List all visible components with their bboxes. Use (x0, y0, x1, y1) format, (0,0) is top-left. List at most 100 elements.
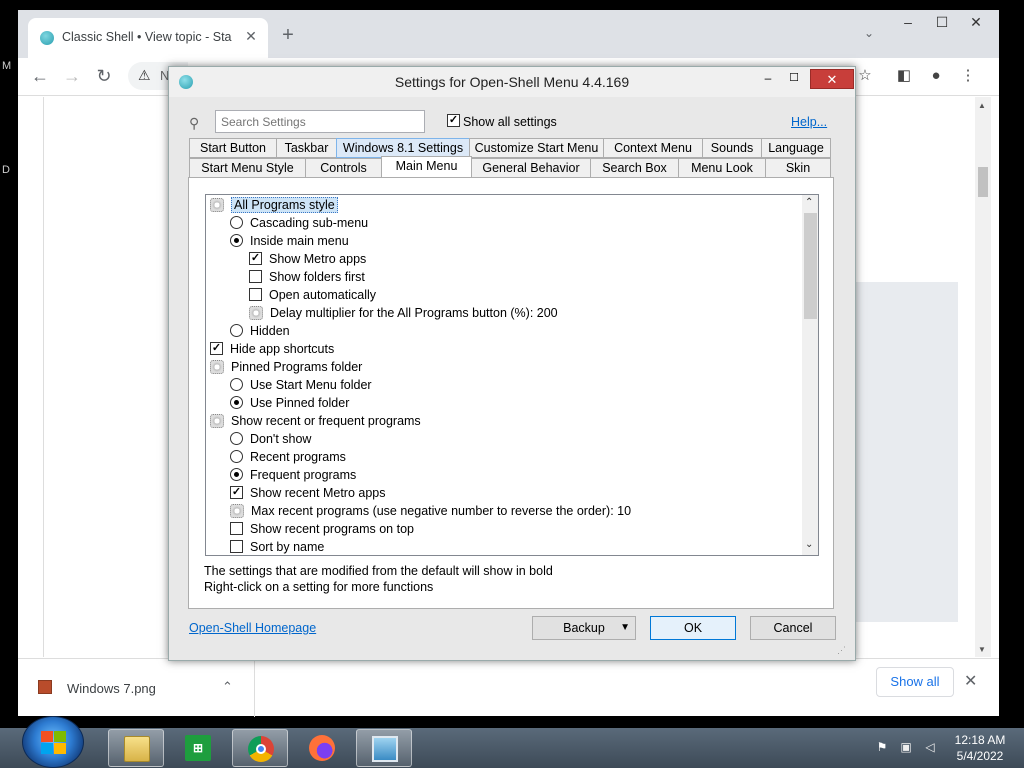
tab-search-chevron-icon[interactable]: ⌄ (861, 26, 877, 42)
setting-dont-show[interactable]: Don't show (230, 430, 311, 448)
start-button[interactable] (22, 716, 84, 768)
radio-button-selected[interactable] (230, 396, 243, 410)
tab-start-menu-style[interactable]: Start Menu Style (189, 158, 306, 178)
setting-pinned-programs-folder[interactable]: Pinned Programs folder (210, 358, 362, 376)
taskbar-photo-viewer[interactable] (356, 729, 412, 767)
checkbox[interactable] (230, 522, 243, 536)
tab-main-menu[interactable]: Main Menu (381, 156, 472, 178)
setting-show-recent-on-top[interactable]: Show recent programs on top (230, 520, 414, 538)
setting-hide-app-shortcuts[interactable]: ✓ Hide app shortcuts (210, 340, 334, 358)
setting-show-recent-or-frequent[interactable]: Show recent or frequent programs (210, 412, 421, 430)
setting-use-start-menu-folder[interactable]: Use Start Menu folder (230, 376, 372, 394)
setting-open-automatically[interactable]: Open automatically (249, 286, 376, 304)
radio-button[interactable] (230, 378, 243, 392)
backup-button[interactable]: Backup ▼ (532, 616, 636, 640)
chevron-up-icon[interactable]: ⌃ (805, 197, 813, 208)
show-all-settings-checkbox[interactable]: ✓ (447, 114, 460, 127)
radio-button[interactable] (230, 324, 243, 338)
setting-show-recent-metro-apps[interactable]: ✓ Show recent Metro apps (230, 484, 386, 502)
setting-show-folders-first[interactable]: Show folders first (249, 268, 365, 286)
setting-delay-multiplier[interactable]: Delay multiplier for the All Programs bu… (249, 304, 558, 322)
checkbox-checked[interactable]: ✓ (230, 486, 243, 500)
checkbox-checked[interactable]: ✓ (249, 252, 262, 266)
radio-button[interactable] (230, 450, 243, 464)
checkbox-checked[interactable]: ✓ (210, 342, 223, 356)
tab-controls[interactable]: Controls (305, 158, 382, 178)
chevron-up-icon[interactable]: ⌃ (222, 679, 233, 695)
scroll-down-icon[interactable]: ▼ (978, 645, 986, 654)
browser-tab[interactable]: Classic Shell • View topic - Start Menu … (28, 18, 268, 58)
help-link[interactable]: Help... (791, 115, 827, 129)
volume-muted-icon[interactable]: ◁ (922, 740, 938, 756)
reload-icon[interactable]: ↻ (92, 64, 116, 88)
chevron-down-icon[interactable]: ⌄ (805, 539, 813, 550)
cancel-button[interactable]: Cancel (750, 616, 836, 640)
dialog-close-button[interactable]: ✕ (810, 69, 854, 89)
setting-sort-by-name[interactable]: Sort by name (230, 538, 324, 555)
tab-menu-look[interactable]: Menu Look (678, 158, 766, 178)
tab-skin[interactable]: Skin (765, 158, 831, 178)
setting-recent-programs[interactable]: Recent programs (230, 448, 346, 466)
radio-button-selected[interactable] (230, 234, 243, 248)
scroll-thumb[interactable] (978, 167, 988, 197)
taskbar-store[interactable]: ⊞ (170, 729, 226, 767)
dialog-maximize-button[interactable]: ☐ (783, 71, 805, 89)
back-arrow-icon[interactable]: ← (28, 64, 52, 88)
radio-button[interactable] (230, 216, 243, 230)
radio-button[interactable] (230, 432, 243, 446)
tab-language[interactable]: Language (761, 138, 831, 158)
setting-use-pinned-folder[interactable]: Use Pinned folder (230, 394, 349, 412)
profile-avatar-icon[interactable]: ● (926, 66, 946, 86)
show-all-downloads-button[interactable]: Show all (876, 667, 954, 697)
scroll-up-icon[interactable]: ▲ (978, 101, 986, 110)
page-scrollbar[interactable]: ▲ ▼ (975, 97, 991, 657)
downloads-close-icon[interactable]: ✕ (964, 671, 977, 691)
taskbar-firefox[interactable] (294, 729, 350, 767)
search-settings-input[interactable] (215, 110, 425, 133)
taskbar-chrome[interactable] (232, 729, 288, 767)
tree-scroll-thumb[interactable] (804, 213, 817, 319)
settings-tree[interactable]: All Programs style Cascading sub-menu In… (205, 194, 819, 556)
browser-minimize-button[interactable]: – (891, 10, 925, 34)
setting-hidden[interactable]: Hidden (230, 322, 290, 340)
action-center-flag-icon[interactable]: ⚑ (874, 740, 890, 756)
tab-general-behavior[interactable]: General Behavior (471, 158, 591, 178)
tab-close-icon[interactable]: ✕ (243, 28, 259, 44)
radio-button-selected[interactable] (230, 468, 243, 482)
browser-close-button[interactable]: ✕ (959, 10, 993, 34)
setting-frequent-programs[interactable]: Frequent programs (230, 466, 356, 484)
setting-inside-main-menu[interactable]: Inside main menu (230, 232, 349, 250)
system-clock[interactable]: 12:18 AM 5/4/2022 (952, 732, 1008, 764)
side-panel-icon[interactable]: ◧ (894, 66, 914, 86)
dialog-title-bar[interactable]: Settings for Open-Shell Menu 4.4.169 – ☐… (169, 67, 855, 97)
browser-menu-icon[interactable]: ⋮ (958, 66, 978, 86)
tree-scrollbar[interactable]: ⌃ ⌄ (802, 195, 818, 555)
bookmark-star-icon[interactable]: ☆ (855, 66, 875, 86)
store-bag-icon: ⊞ (185, 735, 211, 761)
tab-sounds[interactable]: Sounds (702, 138, 762, 158)
setting-cascading-sub-menu[interactable]: Cascading sub-menu (230, 214, 368, 232)
dialog-minimize-button[interactable]: – (757, 71, 779, 89)
tab-customize-start-menu[interactable]: Customize Start Menu (469, 138, 604, 158)
tab-start-button[interactable]: Start Button (189, 138, 277, 158)
download-item[interactable]: Windows 7.png ⌃ (30, 671, 252, 705)
tab-search-box[interactable]: Search Box (590, 158, 679, 178)
network-icon[interactable]: ▣ (898, 740, 914, 756)
checkbox[interactable] (249, 288, 262, 302)
info-text-bold-hint: The settings that are modified from the … (204, 564, 553, 578)
tab-windows-81-settings[interactable]: Windows 8.1 Settings (336, 138, 470, 158)
open-shell-homepage-link[interactable]: Open-Shell Homepage (189, 621, 316, 635)
setting-all-programs-style[interactable]: All Programs style (210, 196, 338, 214)
taskbar-file-explorer[interactable] (108, 729, 164, 767)
ok-button[interactable]: OK (650, 616, 736, 640)
tab-taskbar[interactable]: Taskbar (276, 138, 337, 158)
forward-arrow-icon[interactable]: → (60, 64, 84, 88)
setting-show-metro-apps[interactable]: ✓ Show Metro apps (249, 250, 366, 268)
checkbox[interactable] (230, 540, 243, 554)
setting-max-recent-programs[interactable]: Max recent programs (use negative number… (230, 502, 631, 520)
new-tab-button[interactable]: + (277, 24, 299, 46)
checkbox[interactable] (249, 270, 262, 284)
resize-grip-icon[interactable]: ⋰ (837, 645, 846, 656)
browser-maximize-button[interactable]: ☐ (925, 10, 959, 34)
tab-context-menu[interactable]: Context Menu (603, 138, 703, 158)
